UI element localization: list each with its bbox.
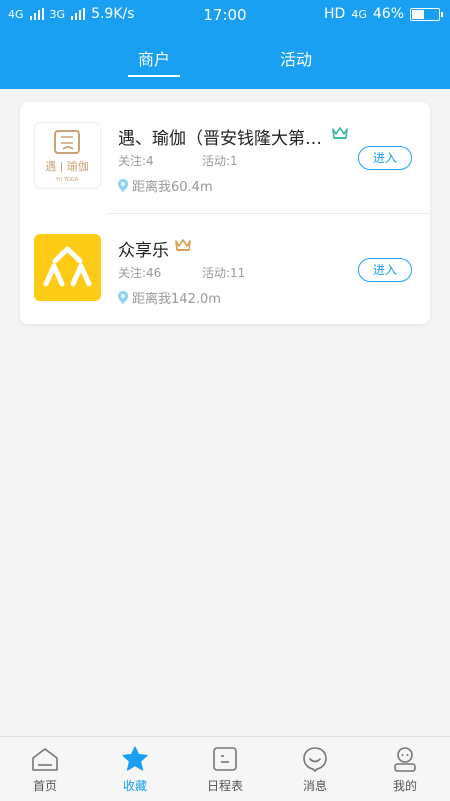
tabbar-item-messages[interactable]: 消息 [270, 737, 360, 801]
battery-level [412, 9, 424, 19]
merchant-item[interactable]: 遇 | 瑜伽 YU YOGA 遇、瑜伽（晋安钱隆大第… 关注:4 活动:1 距离… [20, 102, 430, 212]
distance: 距离我60.4m [118, 176, 213, 195]
network-type: 4G [351, 7, 367, 21]
tab-label: 活动 [279, 50, 312, 69]
header-tabs: 商户 活动 [0, 46, 450, 78]
logo-subtext: YU YOGA [55, 177, 79, 183]
tabbar-item-favorites[interactable]: 收藏 [90, 737, 180, 801]
activity-count: 活动:1 [202, 154, 238, 168]
tabbar-item-home[interactable]: 首页 [0, 737, 90, 801]
tab-merchants[interactable]: 商户 [114, 46, 194, 77]
crown-icon [332, 127, 348, 139]
merchant-name: 遇、瑜伽（晋安钱隆大第… [118, 129, 322, 149]
enter-button[interactable]: 进入 [358, 258, 412, 282]
status-bar: 4G 3G 5.9K/s 17:00 HD 4G 46% [0, 0, 450, 32]
tabbar-label: 消息 [302, 779, 327, 793]
tab-active-indicator [128, 75, 180, 77]
enter-button[interactable]: 进入 [358, 146, 412, 170]
merchant-list: 遇 | 瑜伽 YU YOGA 遇、瑜伽（晋安钱隆大第… 关注:4 活动:1 距离… [20, 102, 430, 324]
tab-label: 商户 [137, 50, 170, 69]
location-pin-icon [118, 179, 128, 192]
tabbar-label: 收藏 [122, 779, 147, 793]
merchant-item[interactable]: 众享乐 关注:46 活动:11 距离我142.0m 进入 [20, 214, 430, 324]
location-pin-icon [118, 291, 128, 304]
logo-text: 遇 | 瑜伽 [45, 159, 89, 173]
battery-percent: 46% [372, 6, 404, 22]
merchant-logo [34, 234, 101, 301]
battery-icon [410, 7, 443, 21]
tabbar-label: 日程表 [206, 779, 243, 793]
tabbar-item-profile[interactable]: 我的 [360, 737, 450, 801]
home-icon [32, 748, 58, 771]
follow-count: 关注:4 [118, 154, 154, 168]
crown-icon [175, 239, 191, 251]
merchant-name: 众享乐 [118, 241, 169, 261]
follow-count: 关注:46 [118, 266, 162, 280]
tab-activities[interactable]: 活动 [256, 46, 336, 70]
yoga-logo-icon: 遇 | 瑜伽 YU YOGA [45, 130, 89, 183]
tabbar-item-schedule[interactable]: 日程表 [180, 737, 270, 801]
distance-text: 距离我142.0m [132, 292, 221, 307]
hd-label: HD [324, 6, 346, 22]
message-icon [303, 747, 327, 772]
distance-text: 距离我60.4m [132, 180, 213, 195]
tabbar-label: 我的 [392, 779, 417, 793]
tabbar-label: 首页 [32, 779, 57, 793]
bottom-tab-bar: 首页 收藏 日程表 消息 我的 [0, 736, 450, 801]
star-icon [122, 746, 148, 771]
merchant-logo: 遇 | 瑜伽 YU YOGA [34, 122, 101, 189]
distance: 距离我142.0m [118, 288, 221, 307]
top-bar: 4G 3G 5.9K/s 17:00 HD 4G 46% 商户 活动 [0, 0, 450, 89]
schedule-icon [213, 747, 237, 771]
zhongxiangle-logo-icon [43, 246, 92, 287]
profile-icon [394, 747, 416, 772]
activity-count: 活动:11 [202, 266, 246, 280]
